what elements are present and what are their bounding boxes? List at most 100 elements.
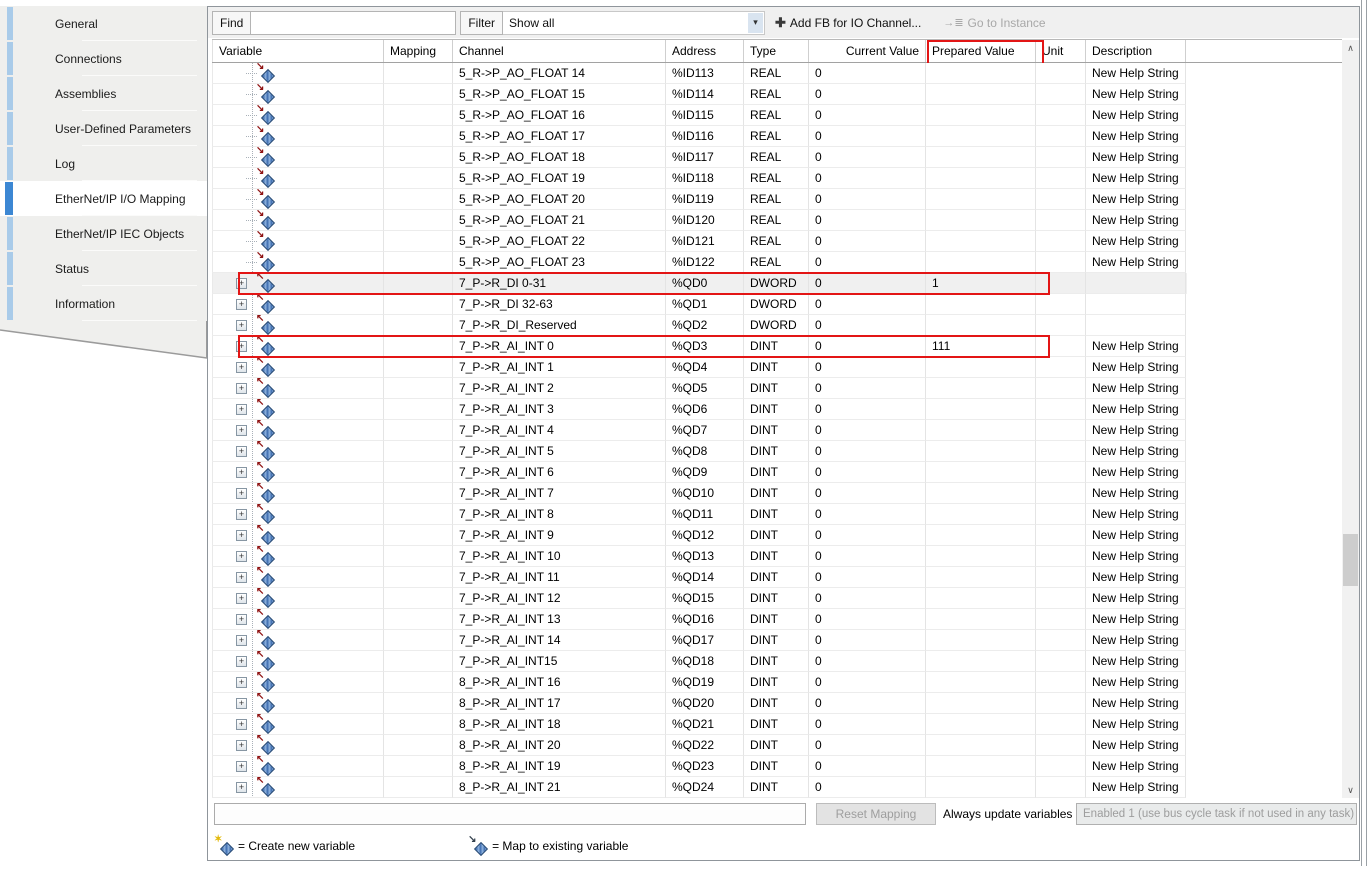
expand-plus-icon[interactable]: + xyxy=(236,425,247,436)
table-row[interactable]: ↘5_R->P_AO_FLOAT 14%ID113REAL0New Help S… xyxy=(212,63,1187,84)
table-row[interactable]: +↖7_P->R_AI_INT 12%QD15DINT0New Help Str… xyxy=(212,588,1187,609)
table-row[interactable]: +↖8_P->R_AI_INT 19%QD23DINT0New Help Str… xyxy=(212,756,1187,777)
cell-prepared-value[interactable] xyxy=(926,567,1036,588)
table-row[interactable]: +↖7_P->R_DI_Reserved%QD2DWORD0 xyxy=(212,315,1187,336)
table-row[interactable]: +↖7_P->R_AI_INT 5%QD8DINT0New Help Strin… xyxy=(212,441,1187,462)
cell-prepared-value[interactable]: 1 xyxy=(926,273,1036,294)
cell-prepared-value[interactable] xyxy=(926,630,1036,651)
table-row[interactable]: +↖7_P->R_AI_INT 7%QD10DINT0New Help Stri… xyxy=(212,483,1187,504)
cell-prepared-value[interactable] xyxy=(926,210,1036,231)
sidebar-tab-information[interactable]: Information xyxy=(0,286,207,321)
cell-prepared-value[interactable] xyxy=(926,399,1036,420)
table-row[interactable]: ↘5_R->P_AO_FLOAT 17%ID116REAL0New Help S… xyxy=(212,126,1187,147)
table-row[interactable]: +↖7_P->R_AI_INT 0%QD3DINT0111New Help St… xyxy=(212,336,1187,357)
expand-plus-icon[interactable]: + xyxy=(236,488,247,499)
sidebar-tab-ethernet-ip-iec-objects[interactable]: EtherNet/IP IEC Objects xyxy=(0,216,207,251)
sidebar-tab-log[interactable]: Log xyxy=(0,146,207,181)
reset-mapping-button[interactable]: Reset Mapping xyxy=(816,803,936,825)
expand-plus-icon[interactable]: + xyxy=(236,404,247,415)
cell-prepared-value[interactable] xyxy=(926,714,1036,735)
table-row[interactable]: ↘5_R->P_AO_FLOAT 15%ID114REAL0New Help S… xyxy=(212,84,1187,105)
table-row[interactable]: ↘5_R->P_AO_FLOAT 18%ID117REAL0New Help S… xyxy=(212,147,1187,168)
table-row[interactable]: +↖8_P->R_AI_INT 20%QD22DINT0New Help Str… xyxy=(212,735,1187,756)
table-row[interactable]: +↖8_P->R_AI_INT 17%QD20DINT0New Help Str… xyxy=(212,693,1187,714)
filter-dropdown[interactable]: Show all ▾ xyxy=(503,11,765,35)
expand-plus-icon[interactable]: + xyxy=(236,383,247,394)
cell-prepared-value[interactable] xyxy=(926,315,1036,336)
cell-prepared-value[interactable] xyxy=(926,546,1036,567)
cell-prepared-value[interactable] xyxy=(926,693,1036,714)
expand-plus-icon[interactable]: + xyxy=(236,593,247,604)
table-row[interactable]: +↖7_P->R_AI_INT 8%QD11DINT0New Help Stri… xyxy=(212,504,1187,525)
dropdown-arrow-icon[interactable]: ▾ xyxy=(748,13,763,33)
expand-plus-icon[interactable]: + xyxy=(236,677,247,688)
expand-plus-icon[interactable]: + xyxy=(236,614,247,625)
table-row[interactable]: +↖7_P->R_AI_INT 10%QD13DINT0New Help Str… xyxy=(212,546,1187,567)
table-row[interactable]: +↖7_P->R_AI_INT15%QD18DINT0New Help Stri… xyxy=(212,651,1187,672)
cell-prepared-value[interactable] xyxy=(926,756,1036,777)
cell-prepared-value[interactable] xyxy=(926,84,1036,105)
table-row[interactable]: +↖7_P->R_DI 0-31%QD0DWORD01 xyxy=(212,273,1187,294)
cell-prepared-value[interactable] xyxy=(926,672,1036,693)
cell-prepared-value[interactable] xyxy=(926,252,1036,273)
sidebar-tab-assemblies[interactable]: Assemblies xyxy=(0,76,207,111)
expand-plus-icon[interactable]: + xyxy=(236,698,247,709)
scroll-up-arrow-icon[interactable]: ∧ xyxy=(1342,40,1359,56)
sidebar-tab-status[interactable]: Status xyxy=(0,251,207,286)
expand-plus-icon[interactable]: + xyxy=(236,572,247,583)
table-row[interactable]: ↘5_R->P_AO_FLOAT 19%ID118REAL0New Help S… xyxy=(212,168,1187,189)
cell-prepared-value[interactable] xyxy=(926,525,1036,546)
table-row[interactable]: +↖8_P->R_AI_INT 18%QD21DINT0New Help Str… xyxy=(212,714,1187,735)
table-row[interactable]: +↖7_P->R_AI_INT 9%QD12DINT0New Help Stri… xyxy=(212,525,1187,546)
goto-instance-button[interactable]: →≣ Go to Instance xyxy=(931,16,1045,30)
table-row[interactable]: +↖8_P->R_AI_INT 21%QD24DINT0New Help Str… xyxy=(212,777,1187,798)
expand-plus-icon[interactable]: + xyxy=(236,278,247,289)
table-row[interactable]: +↖7_P->R_AI_INT 14%QD17DINT0New Help Str… xyxy=(212,630,1187,651)
cell-prepared-value[interactable] xyxy=(926,609,1036,630)
expand-plus-icon[interactable]: + xyxy=(236,740,247,751)
table-row[interactable]: +↖7_P->R_AI_INT 3%QD6DINT0New Help Strin… xyxy=(212,399,1187,420)
cell-prepared-value[interactable] xyxy=(926,588,1036,609)
cell-prepared-value[interactable] xyxy=(926,105,1036,126)
table-row[interactable]: +↖7_P->R_AI_INT 4%QD7DINT0New Help Strin… xyxy=(212,420,1187,441)
expand-plus-icon[interactable]: + xyxy=(236,761,247,772)
cell-prepared-value[interactable] xyxy=(926,651,1036,672)
table-row[interactable]: +↖7_P->R_DI 32-63%QD1DWORD0 xyxy=(212,294,1187,315)
cell-prepared-value[interactable] xyxy=(926,777,1036,798)
expand-plus-icon[interactable]: + xyxy=(236,341,247,352)
scrollbar-thumb[interactable] xyxy=(1343,534,1358,586)
table-row[interactable]: ↘5_R->P_AO_FLOAT 23%ID122REAL0New Help S… xyxy=(212,252,1187,273)
table-row[interactable]: ↘5_R->P_AO_FLOAT 22%ID121REAL0New Help S… xyxy=(212,231,1187,252)
scroll-down-arrow-icon[interactable]: ∨ xyxy=(1342,782,1359,798)
expand-plus-icon[interactable]: + xyxy=(236,509,247,520)
expand-plus-icon[interactable]: + xyxy=(236,299,247,310)
cell-prepared-value[interactable] xyxy=(926,378,1036,399)
add-fb-button[interactable]: ✚ Add FB for IO Channel... xyxy=(775,15,921,31)
find-input[interactable] xyxy=(251,11,456,35)
cell-prepared-value[interactable] xyxy=(926,504,1036,525)
cell-prepared-value[interactable] xyxy=(926,735,1036,756)
cell-prepared-value[interactable] xyxy=(926,357,1036,378)
cell-prepared-value[interactable] xyxy=(926,189,1036,210)
vertical-scrollbar[interactable]: ∧ ∨ xyxy=(1342,40,1359,798)
expand-plus-icon[interactable]: + xyxy=(236,656,247,667)
cell-prepared-value[interactable] xyxy=(926,147,1036,168)
table-row[interactable]: ↘5_R->P_AO_FLOAT 16%ID115REAL0New Help S… xyxy=(212,105,1187,126)
cell-prepared-value[interactable] xyxy=(926,420,1036,441)
table-row[interactable]: ↘5_R->P_AO_FLOAT 21%ID120REAL0New Help S… xyxy=(212,210,1187,231)
table-row[interactable]: +↖8_P->R_AI_INT 16%QD19DINT0New Help Str… xyxy=(212,672,1187,693)
table-row[interactable]: +↖7_P->R_AI_INT 11%QD14DINT0New Help Str… xyxy=(212,567,1187,588)
sidebar-tab-ethernet-ip-i-o-mapping[interactable]: EtherNet/IP I/O Mapping xyxy=(0,181,207,216)
table-row[interactable]: +↖7_P->R_AI_INT 1%QD4DINT0New Help Strin… xyxy=(212,357,1187,378)
table-row[interactable]: +↖7_P->R_AI_INT 2%QD5DINT0New Help Strin… xyxy=(212,378,1187,399)
cell-prepared-value[interactable]: 111 xyxy=(926,336,1036,357)
cell-prepared-value[interactable] xyxy=(926,441,1036,462)
expand-plus-icon[interactable]: + xyxy=(236,551,247,562)
sidebar-tab-connections[interactable]: Connections xyxy=(0,41,207,76)
table-row[interactable]: +↖7_P->R_AI_INT 6%QD9DINT0New Help Strin… xyxy=(212,462,1187,483)
sidebar-tab-user-defined-parameters[interactable]: User-Defined Parameters xyxy=(0,111,207,146)
expand-plus-icon[interactable]: + xyxy=(236,362,247,373)
cell-prepared-value[interactable] xyxy=(926,126,1036,147)
cell-prepared-value[interactable] xyxy=(926,63,1036,84)
cell-prepared-value[interactable] xyxy=(926,462,1036,483)
